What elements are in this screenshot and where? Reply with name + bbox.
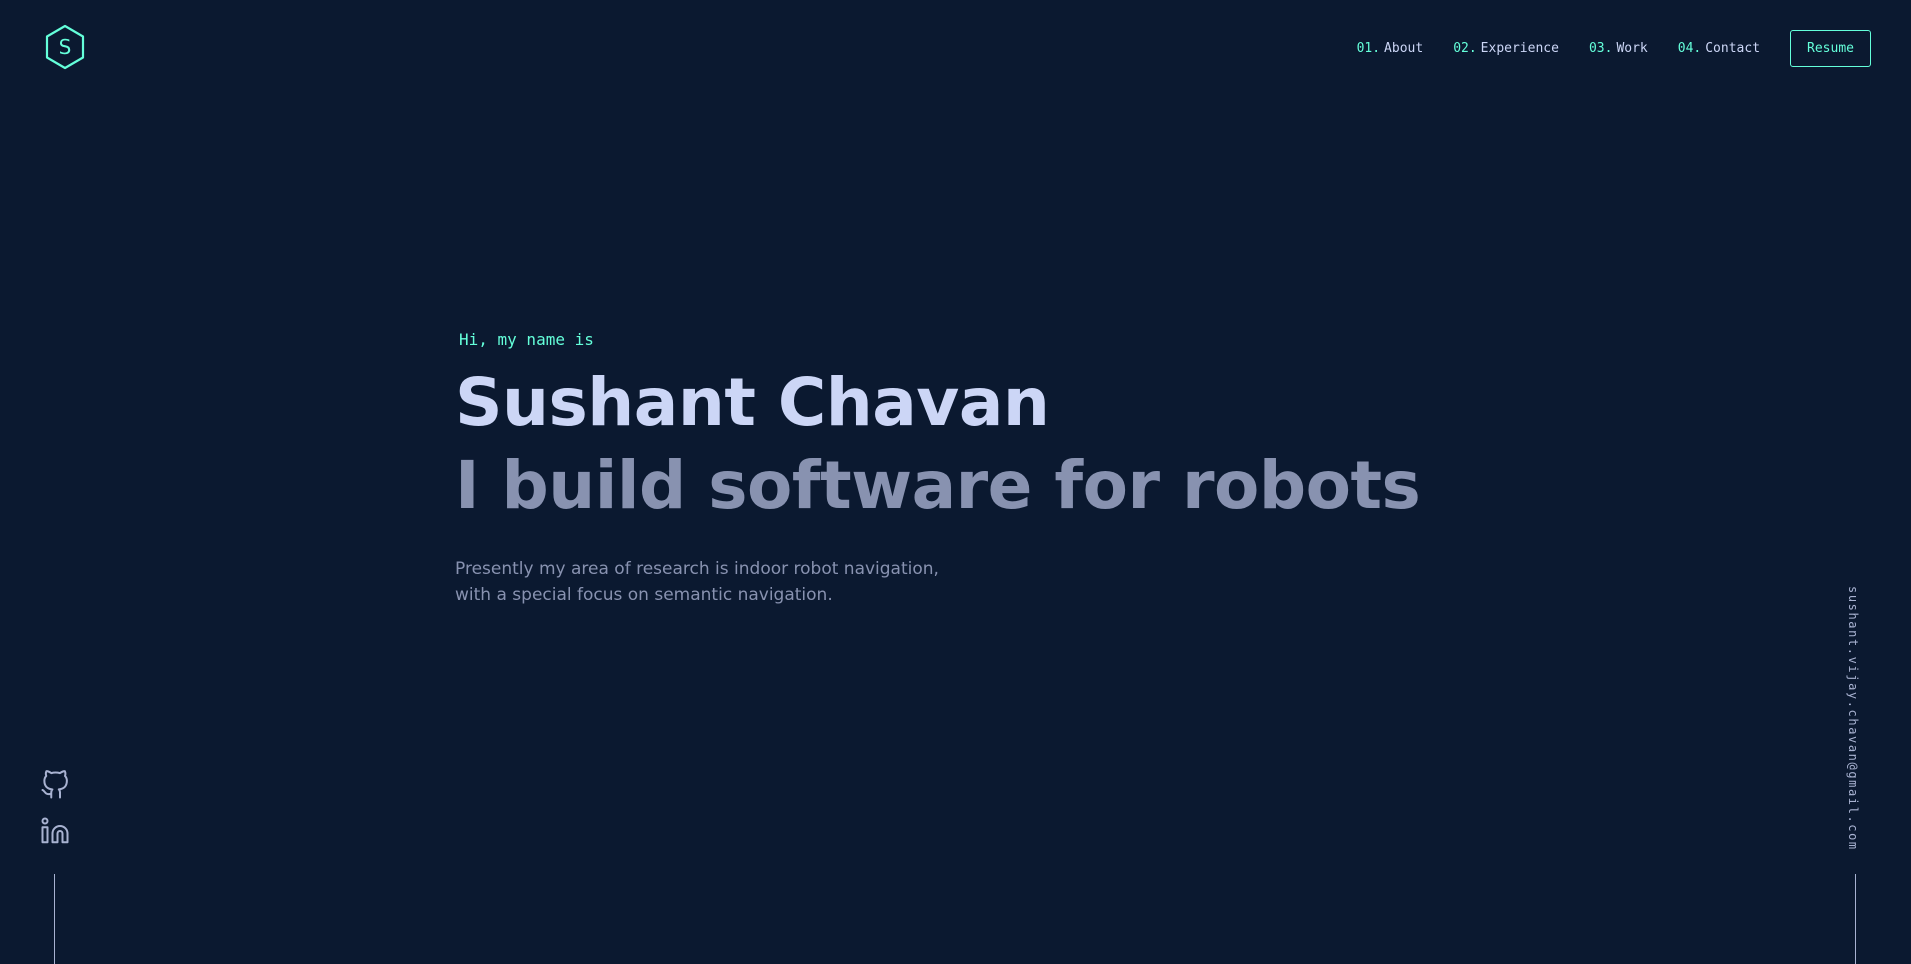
nav-number: 01. xyxy=(1356,40,1381,56)
logo-letter: S xyxy=(58,35,72,59)
hero-tagline: I build software for robots xyxy=(455,446,1421,524)
nav-number: 03. xyxy=(1588,40,1613,56)
logo-link[interactable]: S xyxy=(44,24,86,70)
nav-work-link[interactable]: 03. Work xyxy=(1589,41,1648,56)
email-link[interactable]: sushant.vijay.chavan@gmail.com xyxy=(1846,586,1860,851)
nav-about-link[interactable]: 01. About xyxy=(1357,41,1424,56)
nav-contact-link[interactable]: 04. Contact xyxy=(1678,41,1760,56)
linkedin-icon xyxy=(41,817,69,844)
left-rail-line xyxy=(54,874,55,964)
right-rail-line xyxy=(1855,874,1856,964)
resume-button[interactable]: Resume xyxy=(1790,29,1871,67)
github-link[interactable] xyxy=(40,770,70,800)
nav-label: About xyxy=(1384,40,1424,56)
main-nav: 01. About 02. Experience 03. Work 04. Co… xyxy=(1357,28,1871,68)
hero-name: Sushant Chavan xyxy=(455,364,1050,442)
nav-label: Work xyxy=(1616,40,1648,56)
hero-section: Hi, my name is Sushant Chavan I build so… xyxy=(455,330,1555,625)
hero-greeting: Hi, my name is xyxy=(459,330,594,349)
linkedin-link[interactable] xyxy=(40,816,70,846)
nav-number: 02. xyxy=(1453,40,1477,56)
nav-label: Contact xyxy=(1705,40,1761,56)
hero-intro: Presently my area of research is indoor … xyxy=(455,559,939,606)
social-links xyxy=(40,770,70,862)
nav-experience-link[interactable]: 02. Experience xyxy=(1453,41,1559,56)
github-icon xyxy=(41,770,68,799)
nav-number: 04. xyxy=(1677,40,1702,56)
nav-label: Experience xyxy=(1480,40,1559,56)
